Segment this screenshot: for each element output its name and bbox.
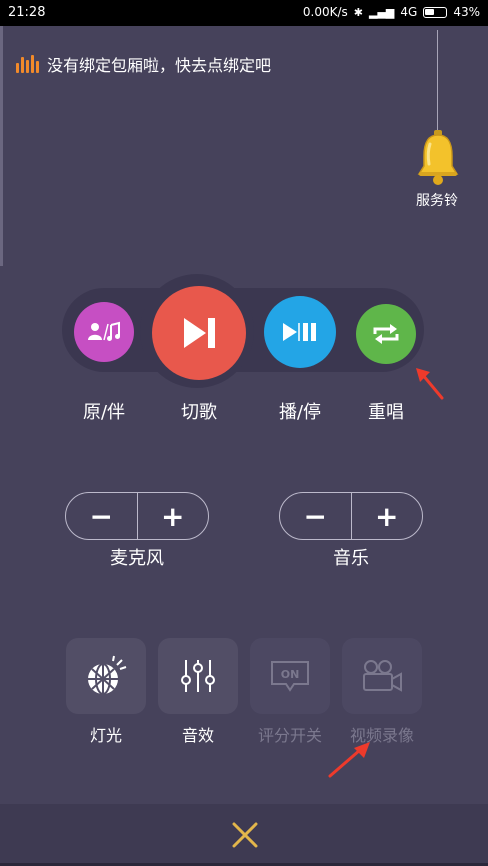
net-speed: 0.00K/s: [302, 5, 348, 19]
signal-icon: ▂▄▆: [369, 5, 395, 19]
light-label: 灯光: [89, 726, 122, 745]
video-record-button[interactable]: [342, 638, 422, 714]
mic-label: 麦克风: [110, 548, 164, 569]
music-label: 音乐: [333, 548, 369, 569]
music-volume-stepper: − +: [279, 492, 423, 540]
skip-next-icon: [184, 318, 215, 348]
left-edge: [0, 26, 3, 266]
battery-icon: [423, 6, 448, 18]
music-volume-up-button[interactable]: +: [352, 493, 423, 539]
bind-notice-text: 没有绑定包厢啦，快去点绑定吧: [47, 56, 272, 75]
bell-string: [437, 30, 438, 138]
battery-level: 43%: [453, 5, 480, 19]
close-icon[interactable]: [230, 820, 260, 850]
equalizer-icon: [16, 55, 39, 73]
video-camera-icon: [363, 660, 402, 692]
remote-control-screen: 没有绑定包厢啦，快去点绑定吧 服务铃 原/伴 切歌 播/停 重唱 − + 麦克风…: [0, 26, 488, 866]
original-accompany-button[interactable]: [74, 302, 134, 362]
score-badge-text: ON: [281, 668, 300, 681]
bell-icon[interactable]: [416, 130, 460, 186]
annotation-arrow-icon: [328, 742, 370, 778]
skip-song-button[interactable]: [152, 286, 246, 380]
score-toggle-button[interactable]: ON: [250, 638, 330, 714]
replay-label: 重唱: [368, 402, 404, 423]
status-bar: 21:28 0.00K/s ✱ ▂▄▆ 4G 43%: [0, 0, 488, 26]
play-pause-icon: [283, 323, 316, 341]
repeat-icon: [373, 324, 399, 344]
music-volume-down-button[interactable]: −: [280, 493, 351, 539]
sound-effects-label: 音效: [181, 726, 214, 745]
network-type: 4G: [400, 5, 418, 19]
annotation-arrow-icon: [416, 368, 444, 400]
score-on-icon: ON: [271, 661, 309, 692]
disco-ball-icon: [88, 655, 127, 695]
light-button[interactable]: [66, 638, 146, 714]
status-time: 21:28: [8, 5, 46, 20]
mic-volume-down-button[interactable]: −: [66, 493, 137, 539]
play-pause-label: 播/停: [278, 402, 322, 423]
original-accompany-label: 原/伴: [82, 402, 126, 423]
skip-song-label: 切歌: [181, 402, 217, 423]
bottom-bar: [0, 804, 488, 866]
score-toggle-label: 评分开关: [257, 726, 322, 745]
service-bell-label: 服务铃: [416, 193, 458, 209]
mic-volume-stepper: − +: [65, 492, 209, 540]
replay-button[interactable]: [356, 304, 416, 364]
bluetooth-icon: ✱: [353, 5, 363, 19]
sound-effects-button[interactable]: [158, 638, 238, 714]
equalizer-sliders-icon: [181, 660, 215, 692]
status-right: 0.00K/s ✱ ▂▄▆ 4G 43%: [303, 5, 480, 19]
play-pause-button[interactable]: [264, 296, 336, 368]
bind-notice[interactable]: 没有绑定包厢啦，快去点绑定吧: [16, 52, 271, 76]
mic-volume-up-button[interactable]: +: [138, 493, 209, 539]
person-music-icon: [88, 321, 120, 341]
